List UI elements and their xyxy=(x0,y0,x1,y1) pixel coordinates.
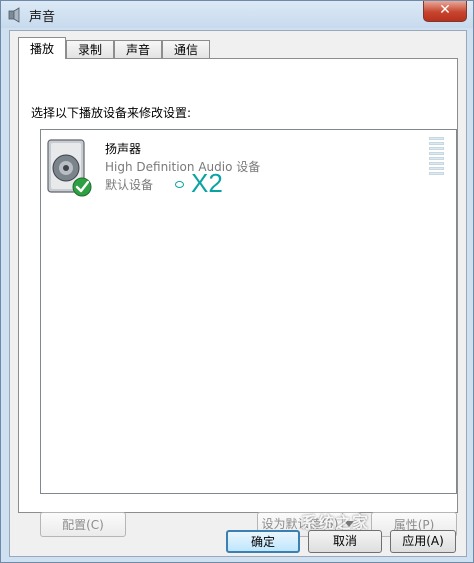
close-button[interactable]: ✕ xyxy=(423,1,467,22)
ok-button[interactable]: 确定 xyxy=(226,530,300,553)
annotation-dot-icon xyxy=(175,181,184,188)
configure-button[interactable]: 配置(C) xyxy=(40,512,126,537)
tab-label: 播放 xyxy=(29,42,54,56)
checkmark-icon xyxy=(72,177,92,197)
dialog-client-area: 播放 录制 声音 通信 选择以下播放设备来修改设置: 扬声器 High Defi… xyxy=(9,30,467,557)
tab-sounds[interactable]: 声音 xyxy=(114,40,162,58)
speaker-icon xyxy=(44,138,92,198)
device-name: 扬声器 xyxy=(105,142,142,156)
speaker-title-icon xyxy=(7,7,23,23)
playback-panel: 选择以下播放设备来修改设置: 扬声器 High Definition Audio… xyxy=(18,58,458,537)
device-description: High Definition Audio 设备 xyxy=(105,160,261,174)
title-bar[interactable]: 声音 ✕ xyxy=(1,1,473,28)
tab-label: 声音 xyxy=(125,43,150,57)
configure-label: 配置(C) xyxy=(62,518,104,532)
tab-recording[interactable]: 录制 xyxy=(66,40,114,58)
tab-playback[interactable]: 播放 xyxy=(18,37,66,59)
window-title: 声音 xyxy=(29,10,56,25)
tab-communications[interactable]: 通信 xyxy=(162,40,210,58)
ok-label: 确定 xyxy=(250,535,275,549)
watermark-logo: 系统之家 xyxy=(301,513,370,532)
tab-label: 录制 xyxy=(77,43,102,57)
device-list[interactable]: 扬声器 High Definition Audio 设备 默认设备 X2 xyxy=(40,129,457,494)
volume-meter xyxy=(429,137,444,177)
tab-label: 通信 xyxy=(173,43,198,57)
annotation-label: X2 xyxy=(191,168,223,198)
device-status: 默认设备 xyxy=(105,178,154,192)
sound-dialog: 声音 ✕ 播放 录制 声音 通信 选择以下播放设备来修改设置: 扬声器 High… xyxy=(0,0,474,563)
close-icon: ✕ xyxy=(439,2,451,18)
instruction-text: 选择以下播放设备来修改设置: xyxy=(31,106,192,120)
